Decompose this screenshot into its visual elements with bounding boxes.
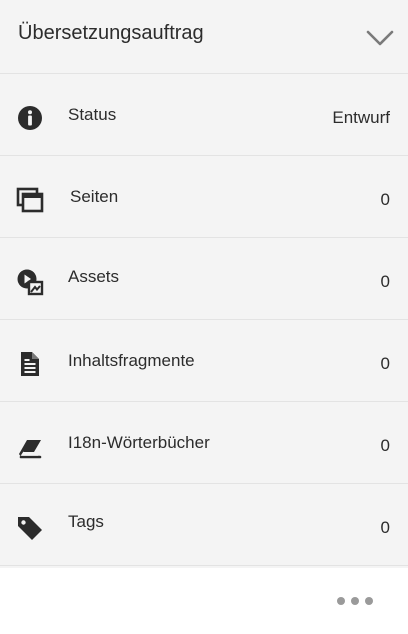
panel-header[interactable]: Übersetzungsauftrag xyxy=(0,0,408,74)
tags-count: 0 xyxy=(380,518,390,537)
content-fragments-label: Inhaltsfragmente xyxy=(68,351,195,370)
dictionary-icon xyxy=(19,440,42,459)
status-value: Entwurf xyxy=(332,108,390,127)
pages-row[interactable]: Seiten 0 xyxy=(0,156,408,238)
dictionaries-row[interactable]: I18n-Wörterbücher 0 xyxy=(0,402,408,484)
status-label: Status xyxy=(68,105,117,124)
assets-label: Assets xyxy=(68,267,120,286)
translation-job-panel: Übersetzungsauftrag Status Entwurf Seite… xyxy=(0,0,408,568)
tag-icon xyxy=(18,517,42,540)
assets-icon xyxy=(17,269,44,296)
content-fragment-icon xyxy=(21,352,39,376)
content-fragments-row[interactable]: Inhaltsfragmente 0 xyxy=(0,320,408,402)
pages-count: 0 xyxy=(380,190,390,209)
panel-title: Übersetzungsauftrag xyxy=(18,22,204,44)
more-icon[interactable] xyxy=(334,594,376,608)
chevron-down-icon[interactable] xyxy=(364,24,396,52)
dictionaries-label: I18n-Wörterbücher xyxy=(68,433,210,452)
pages-label: Seiten xyxy=(70,187,119,206)
tags-label: Tags xyxy=(68,512,104,531)
assets-row[interactable]: Assets 0 xyxy=(0,238,408,320)
info-icon xyxy=(18,106,42,130)
panel-footer xyxy=(0,568,408,634)
content-fragments-count: 0 xyxy=(380,354,390,373)
assets-count: 0 xyxy=(380,272,390,291)
tags-row[interactable]: Tags 0 xyxy=(0,484,408,566)
status-row: Status Entwurf xyxy=(0,74,408,156)
dictionaries-count: 0 xyxy=(380,436,390,455)
pages-icon xyxy=(16,187,44,213)
